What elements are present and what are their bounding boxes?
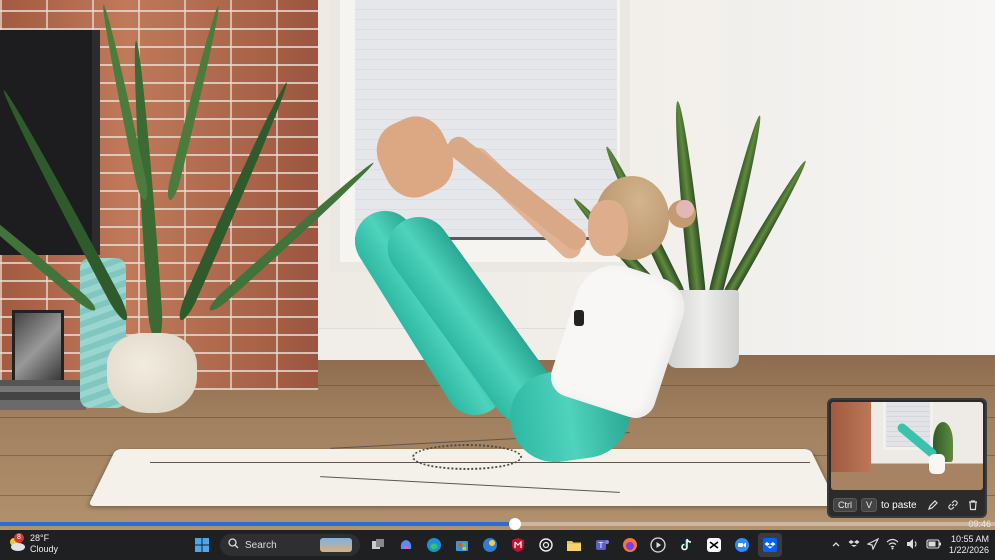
chevron-up-icon[interactable] xyxy=(831,539,841,551)
video-player[interactable]: Ctrl V to paste xyxy=(0,0,995,530)
battery-icon[interactable] xyxy=(926,538,942,552)
video-time-label: 09:46 xyxy=(968,519,991,529)
fireplace-opening xyxy=(0,30,100,255)
system-tray: 10:55 AM 1/22/2026 xyxy=(831,533,989,557)
trash-icon[interactable] xyxy=(965,497,981,513)
chatgpt-icon[interactable] xyxy=(534,533,558,557)
v-key: V xyxy=(861,498,878,512)
search-icon xyxy=(228,538,239,552)
mat-mandala xyxy=(412,444,522,470)
firefox-icon[interactable] xyxy=(618,533,642,557)
book-stack xyxy=(0,380,86,410)
weather-badge: 8 xyxy=(14,533,24,543)
edge-icon[interactable] xyxy=(422,533,446,557)
dropbox-icon[interactable] xyxy=(758,533,782,557)
capcut-icon[interactable] xyxy=(702,533,726,557)
weather-app-icon[interactable] xyxy=(478,533,502,557)
weather-widget[interactable]: 8 28°F Cloudy xyxy=(6,533,58,555)
tiktok-icon[interactable] xyxy=(674,533,698,557)
ctrl-key: Ctrl xyxy=(833,498,857,512)
volume-icon[interactable] xyxy=(906,538,919,552)
weather-temp: 28°F xyxy=(30,533,50,543)
location-icon[interactable] xyxy=(866,537,880,552)
clipboard-thumbnail[interactable] xyxy=(831,402,983,490)
link-icon[interactable] xyxy=(945,497,961,513)
framed-art xyxy=(12,310,64,386)
cloudy-weather-icon: 8 xyxy=(6,533,26,554)
teams-icon[interactable]: T xyxy=(590,533,614,557)
wifi-icon[interactable] xyxy=(886,538,899,552)
search-highlight-image xyxy=(320,538,352,552)
zoom-icon[interactable] xyxy=(730,533,754,557)
task-view-icon[interactable] xyxy=(366,533,390,557)
progress-fill xyxy=(0,522,516,526)
windows-taskbar: 8 28°F Cloudy Search T 10:55 AM 1/22/202… xyxy=(0,530,995,560)
clipboard-toolbar: Ctrl V to paste xyxy=(829,492,985,516)
store-icon[interactable] xyxy=(450,533,474,557)
svg-text:T: T xyxy=(598,541,604,550)
video-progress-bar[interactable] xyxy=(0,518,995,530)
clipboard-preview-popup[interactable]: Ctrl V to paste xyxy=(827,398,987,518)
media-player-icon[interactable] xyxy=(646,533,670,557)
white-planter xyxy=(107,333,197,413)
clock-time: 10:55 AM xyxy=(950,534,989,544)
taskbar-search-box[interactable]: Search xyxy=(220,534,360,556)
clock[interactable]: 10:55 AM 1/22/2026 xyxy=(949,534,989,556)
search-label: Search xyxy=(245,539,277,551)
weather-desc: Cloudy xyxy=(30,544,59,554)
file-explorer-icon[interactable] xyxy=(562,533,586,557)
start-icon[interactable] xyxy=(190,533,214,557)
clock-date: 1/22/2026 xyxy=(948,545,989,555)
pinned-apps: Search T xyxy=(190,533,782,557)
edit-pencil-icon[interactable] xyxy=(925,497,941,513)
paste-hint: to paste xyxy=(881,499,917,511)
dropbox-tray-icon[interactable] xyxy=(848,538,860,552)
copilot-icon[interactable] xyxy=(394,533,418,557)
mcafee-icon[interactable] xyxy=(506,533,530,557)
